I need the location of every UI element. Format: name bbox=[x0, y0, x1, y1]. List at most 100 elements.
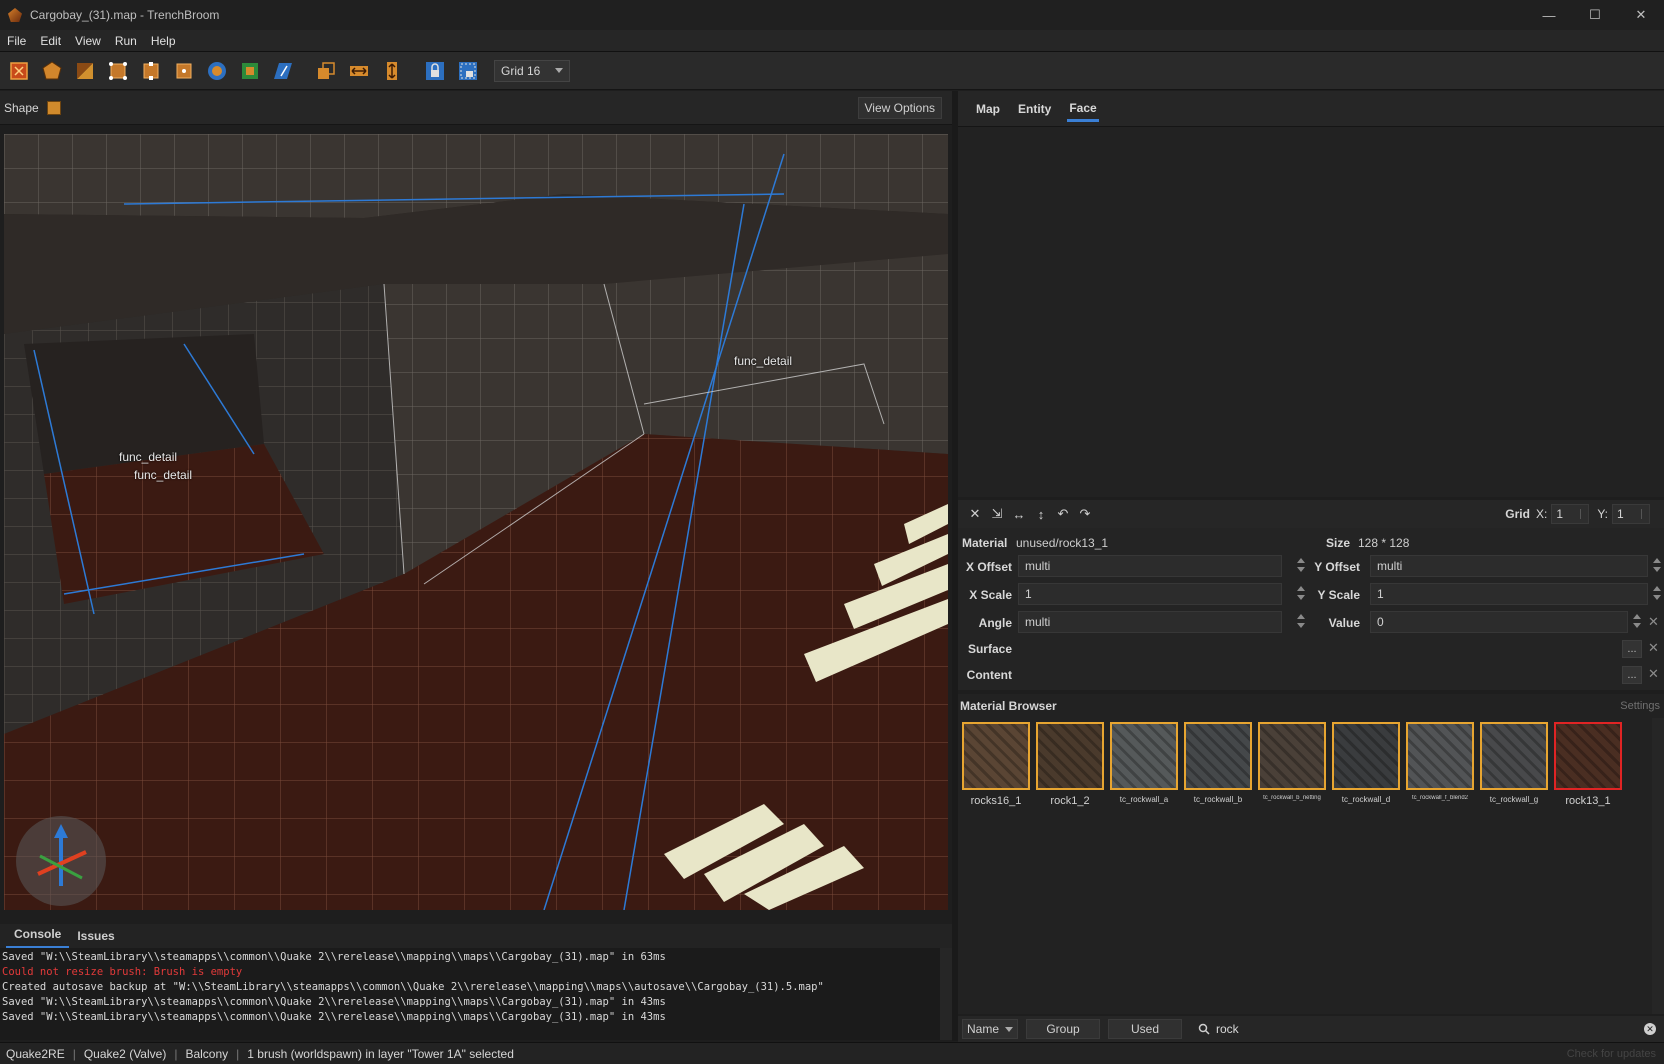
surface-flags-button[interactable]: ... bbox=[1622, 640, 1642, 658]
tab-face[interactable]: Face bbox=[1067, 95, 1099, 122]
x-offset-input[interactable]: multi bbox=[1018, 555, 1282, 577]
y-offset-input[interactable]: multi bbox=[1370, 555, 1648, 577]
material-thumbnail bbox=[1258, 722, 1326, 790]
angle-input[interactable]: multi bbox=[1018, 611, 1282, 633]
window-title: Cargobay_(31).map - TrenchBroom bbox=[30, 8, 220, 22]
value-input[interactable]: 0 bbox=[1370, 611, 1628, 633]
menu-view[interactable]: View bbox=[68, 34, 108, 48]
shape-cube-icon[interactable] bbox=[46, 100, 61, 115]
material-browser-title: Material Browser bbox=[960, 699, 1057, 713]
grid-size-select[interactable]: Grid 16 bbox=[494, 59, 570, 82]
console-line-error: Could not resize brush: Brush is empty bbox=[2, 966, 243, 978]
tab-map[interactable]: Map bbox=[974, 96, 1002, 122]
face-tool-icon[interactable] bbox=[171, 58, 197, 84]
menu-help[interactable]: Help bbox=[144, 34, 183, 48]
material-settings-link[interactable]: Settings bbox=[1620, 700, 1660, 712]
grid-y-input[interactable]: 1 bbox=[1612, 504, 1650, 524]
rotate-tool-icon[interactable] bbox=[204, 58, 230, 84]
flip-vertical-icon[interactable] bbox=[379, 58, 405, 84]
angle-label: Angle bbox=[978, 616, 1012, 630]
material-name: tc_rockwall_a bbox=[1119, 795, 1169, 804]
material-tile[interactable]: tc_rockwall_d bbox=[1332, 722, 1400, 804]
check-updates-link[interactable]: Check for updates bbox=[1567, 1048, 1656, 1060]
maximize-icon[interactable]: ☐ bbox=[1572, 0, 1618, 30]
y-offset-label: Y Offset bbox=[1314, 560, 1360, 574]
uv-editor[interactable] bbox=[958, 127, 1664, 497]
grid-x-input[interactable]: 1 bbox=[1551, 504, 1590, 524]
clear-value-icon[interactable]: ✕ bbox=[1648, 614, 1659, 630]
material-tile[interactable]: tc_rockwall_f_blend2 bbox=[1406, 722, 1474, 801]
x-scale-label: X Scale bbox=[969, 588, 1012, 602]
texture-lock-icon[interactable] bbox=[422, 58, 448, 84]
content-flags-button[interactable]: ... bbox=[1622, 666, 1642, 684]
material-scrollbar[interactable] bbox=[1652, 718, 1664, 1014]
x-scale-spinner[interactable] bbox=[1296, 583, 1306, 605]
edge-tool-icon[interactable] bbox=[138, 58, 164, 84]
tab-entity[interactable]: Entity bbox=[1016, 96, 1053, 122]
material-tile[interactable]: tc_rockwall_a bbox=[1110, 722, 1178, 804]
menu-file[interactable]: File bbox=[0, 34, 33, 48]
tab-issues[interactable]: Issues bbox=[69, 929, 122, 948]
vertex-tool-icon[interactable] bbox=[105, 58, 131, 84]
group-button[interactable]: Group bbox=[1026, 1019, 1100, 1039]
material-thumbnail bbox=[1110, 722, 1178, 790]
rotate-right-icon[interactable]: ↷ bbox=[1074, 503, 1096, 525]
y-scale-spinner[interactable] bbox=[1652, 583, 1662, 605]
material-tile[interactable]: rocks16_1 bbox=[962, 722, 1030, 807]
flip-vertical-icon[interactable]: ↕ bbox=[1030, 503, 1052, 525]
close-icon[interactable]: ✕ bbox=[1618, 0, 1664, 30]
x-offset-label: X Offset bbox=[965, 560, 1012, 574]
shear-tool-icon[interactable] bbox=[270, 58, 296, 84]
axis-arrows-icon bbox=[37, 824, 87, 886]
console-tabs: Console Issues bbox=[0, 924, 952, 948]
flip-horizontal-icon[interactable] bbox=[346, 58, 372, 84]
rotate-left-icon[interactable]: ↶ bbox=[1052, 503, 1074, 525]
clip-tool-icon[interactable] bbox=[72, 58, 98, 84]
status-selection: 1 brush (worldspawn) in layer "Tower 1A"… bbox=[247, 1046, 514, 1061]
3d-viewport[interactable]: func_detail func_detail func_detail bbox=[4, 134, 948, 910]
material-tile[interactable]: tc_rockwall_b_netting bbox=[1258, 722, 1326, 801]
x-offset-spinner[interactable] bbox=[1296, 555, 1306, 577]
used-button[interactable]: Used bbox=[1108, 1019, 1182, 1039]
grid-size-value: Grid 16 bbox=[501, 63, 541, 78]
material-name: tc_rockwall_f_blend2 bbox=[1411, 795, 1469, 801]
material-filter-input[interactable] bbox=[1216, 1022, 1636, 1036]
material-name: tc_rockwall_b bbox=[1193, 795, 1243, 804]
clear-content-icon[interactable]: ✕ bbox=[1648, 666, 1659, 682]
sort-select[interactable]: Name bbox=[962, 1019, 1018, 1039]
material-thumbnail bbox=[1406, 722, 1474, 790]
size-label: Size bbox=[1325, 536, 1350, 550]
menu-edit[interactable]: Edit bbox=[33, 34, 68, 48]
brush-tool-icon[interactable] bbox=[39, 58, 65, 84]
reset-icon[interactable]: ✕ bbox=[964, 503, 986, 525]
window-controls: — ☐ ✕ bbox=[1526, 0, 1664, 30]
viewport-header: Shape View Options bbox=[0, 91, 952, 125]
clear-surface-icon[interactable]: ✕ bbox=[1648, 640, 1659, 656]
material-name: tc_rockwall_b_netting bbox=[1263, 795, 1321, 801]
menu-run[interactable]: Run bbox=[108, 34, 144, 48]
x-scale-input[interactable]: 1 bbox=[1018, 583, 1282, 605]
material-tile[interactable]: tc_rockwall_b bbox=[1184, 722, 1252, 804]
y-scale-input[interactable]: 1 bbox=[1370, 583, 1648, 605]
duplicate-icon[interactable] bbox=[313, 58, 339, 84]
console-line: Saved "W:\\SteamLibrary\\steamapps\\comm… bbox=[2, 951, 666, 963]
clear-filter-icon[interactable]: ✕ bbox=[1644, 1023, 1656, 1035]
minimize-icon[interactable]: — bbox=[1526, 0, 1572, 30]
value-spinner[interactable] bbox=[1632, 611, 1642, 633]
uv-lock-icon[interactable] bbox=[455, 58, 481, 84]
reset-alignment-icon[interactable]: ⇲ bbox=[986, 503, 1008, 525]
y-offset-spinner[interactable] bbox=[1652, 555, 1662, 577]
scale-tool-icon[interactable] bbox=[237, 58, 263, 84]
chevron-down-icon bbox=[555, 68, 563, 73]
angle-spinner[interactable] bbox=[1296, 611, 1306, 633]
material-tile[interactable]: rock1_2 bbox=[1036, 722, 1104, 807]
flip-horizontal-icon[interactable]: ↔ bbox=[1008, 503, 1030, 525]
tab-console[interactable]: Console bbox=[6, 927, 70, 948]
material-tile[interactable]: tc_rockwall_g bbox=[1480, 722, 1548, 804]
select-tool-icon[interactable] bbox=[6, 58, 32, 84]
material-tile[interactable]: rock13_1 bbox=[1554, 722, 1622, 807]
console-scrollbar[interactable] bbox=[940, 948, 952, 1040]
value-label: Value bbox=[1328, 616, 1360, 630]
material-name: tc_rockwall_d bbox=[1341, 795, 1391, 804]
view-options-button[interactable]: View Options bbox=[857, 97, 942, 119]
